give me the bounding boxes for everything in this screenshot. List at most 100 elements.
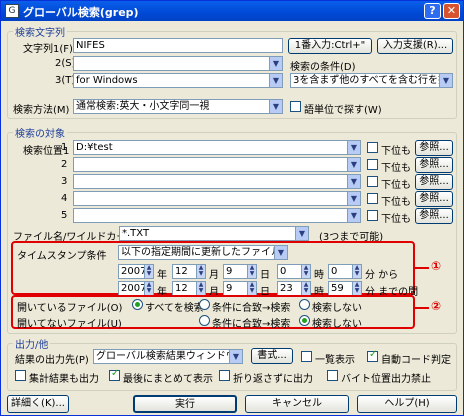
open-all-radio[interactable] xyxy=(132,299,143,310)
browse-button[interactable]: 参照... xyxy=(415,191,453,207)
auto-code-checkbox[interactable] xyxy=(367,349,378,362)
condition-value: 3を含まず他のすべてを含む行を探す xyxy=(293,75,453,86)
list-display-label: 一覧表示 xyxy=(315,355,355,366)
target-path-input[interactable]: ▼ xyxy=(73,157,361,172)
close-icon[interactable]: ✕ xyxy=(443,3,460,19)
summary-checkbox[interactable] xyxy=(109,368,120,381)
string2-input[interactable]: ▼ xyxy=(73,56,283,71)
output-title: 出力/他 xyxy=(13,336,51,351)
timestamp-mode-select[interactable]: 以下の指定期間に更新したファイル ▼ xyxy=(118,245,288,260)
open-cond-radio[interactable] xyxy=(199,299,210,310)
browse-button[interactable]: 参照... xyxy=(415,140,453,156)
day-to-input[interactable]: 9 ▲ ▼ xyxy=(223,281,257,296)
target-path-value: D:¥test xyxy=(76,142,113,153)
chevron-down-icon[interactable]: ▼ xyxy=(347,209,360,222)
subdir-checkbox[interactable] xyxy=(367,193,378,204)
condition-label: 検索の条件(D) xyxy=(290,62,356,73)
target-path-input[interactable]: D:¥test ▼ xyxy=(73,140,361,155)
chevron-down-icon[interactable]: ▼ xyxy=(347,175,360,188)
month-from-input[interactable]: 12 ▲ ▼ xyxy=(172,264,206,279)
wrap-checkbox[interactable] xyxy=(219,370,230,381)
subdir-checkbox[interactable] xyxy=(367,142,378,153)
format-button[interactable]: 書式... xyxy=(251,348,293,364)
title-bar: G グローバル検索(grep) ? ✕ xyxy=(1,1,463,21)
browse-button[interactable]: 参照... xyxy=(415,157,453,173)
window-title: グローバル検索(grep) xyxy=(23,6,139,19)
spinner-icon[interactable]: ▲ ▼ xyxy=(144,265,153,278)
spinner-icon[interactable]: ▲ ▼ xyxy=(352,282,361,295)
day-unit: 日 xyxy=(260,270,270,281)
chevron-down-icon[interactable]: ▼ xyxy=(439,74,452,87)
chevron-down-icon[interactable]: ▼ xyxy=(269,74,282,87)
closed-cond-radio[interactable] xyxy=(199,315,210,326)
subdir-label: 下位も xyxy=(381,180,411,191)
run-button[interactable]: 実行 xyxy=(133,395,237,413)
subdir-checkbox[interactable] xyxy=(367,176,378,187)
spinner-icon[interactable]: ▲ ▼ xyxy=(144,282,153,295)
spinner-icon[interactable]: ▲ ▼ xyxy=(247,265,256,278)
subdir-checkbox[interactable] xyxy=(367,159,378,170)
chevron-down-icon[interactable]: ▼ xyxy=(347,192,360,205)
minute-to-input[interactable]: 59 ▲ ▼ xyxy=(328,281,362,296)
help-button[interactable]: ヘルプ(H) xyxy=(357,395,457,413)
browse-button[interactable]: 参照... xyxy=(415,208,453,224)
targets-title: 検索の対象 xyxy=(13,125,67,140)
closed-none-label: 検索しない xyxy=(312,319,362,330)
spinner-icon[interactable]: ▲ ▼ xyxy=(301,265,310,278)
year-to-input[interactable]: 2007 ▲ ▼ xyxy=(118,281,154,296)
chevron-down-icon[interactable]: ▼ xyxy=(295,227,308,240)
collect-checkbox[interactable] xyxy=(15,370,26,381)
marker-1: ① xyxy=(431,259,442,273)
collect-label: 集計結果も出力 xyxy=(29,374,99,385)
subdir-checkbox[interactable] xyxy=(367,210,378,221)
byte-pos-checkbox[interactable] xyxy=(327,370,338,381)
hour-value: 23 xyxy=(280,283,293,294)
dest-select[interactable]: グローバル検索結果ウィンドウ ▼ xyxy=(93,349,243,364)
string1-input[interactable]: NIFES xyxy=(73,38,283,53)
method-label: 検索方法(M) xyxy=(13,105,70,116)
spinner-icon[interactable]: ▲ ▼ xyxy=(301,282,310,295)
list-display-checkbox[interactable] xyxy=(301,351,312,362)
day-from-input[interactable]: 9 ▲ ▼ xyxy=(223,264,257,279)
byte-pos-label: バイト位置出力禁止 xyxy=(341,374,431,385)
hour-to-input[interactable]: 23 ▲ ▼ xyxy=(277,281,311,296)
target-path-input[interactable]: ▼ xyxy=(73,208,361,223)
dest-value: グローバル検索結果ウィンドウ xyxy=(96,351,236,362)
spinner-icon[interactable]: ▲ ▼ xyxy=(352,265,361,278)
spinner-icon[interactable]: ▲ ▼ xyxy=(196,265,205,278)
closed-none-radio[interactable] xyxy=(299,315,310,326)
target-path-input[interactable]: ▼ xyxy=(73,191,361,206)
closed-cond-label: 条件に合致→検索 xyxy=(212,319,291,330)
timestamp-mode-value: 以下の指定期間に更新したファイル xyxy=(121,247,281,258)
file-pattern-input[interactable]: *.TXT ▼ xyxy=(119,226,309,241)
condition-select[interactable]: 3を含まず他のすべてを含む行を探す ▼ xyxy=(290,73,453,88)
word-unit-checkbox[interactable] xyxy=(290,101,301,112)
target-path-input[interactable]: ▼ xyxy=(73,174,361,189)
method-select[interactable]: 通常検索:英大・小文字同一視 ▼ xyxy=(73,99,283,114)
browse-button[interactable]: 参照... xyxy=(415,174,453,190)
chevron-down-icon[interactable]: ▼ xyxy=(229,350,242,363)
open-none-radio[interactable] xyxy=(299,299,310,310)
input-support-button[interactable]: 入力支援(R)... xyxy=(377,38,453,54)
chevron-down-icon[interactable]: ▼ xyxy=(269,57,282,70)
month-to-input[interactable]: 12 ▲ ▼ xyxy=(172,281,206,296)
string3-input[interactable]: for Windows ▼ xyxy=(73,73,283,88)
cancel-button[interactable]: キャンセル xyxy=(245,395,349,413)
insert-button[interactable]: 1番入力:Ctrl+" xyxy=(288,38,372,54)
open-cond-label: 条件に合致→検索 xyxy=(212,303,291,314)
year-from-input[interactable]: 2007 ▲ ▼ xyxy=(118,264,154,279)
chevron-down-icon[interactable]: ▼ xyxy=(274,246,287,259)
hour-from-input[interactable]: 0 ▲ ▼ xyxy=(277,264,311,279)
help-icon[interactable]: ? xyxy=(424,3,441,19)
string3-value: for Windows xyxy=(76,75,138,86)
chevron-down-icon[interactable]: ▼ xyxy=(347,158,360,171)
minute-from-input[interactable]: 0 ▲ ▼ xyxy=(328,264,362,279)
chevron-down-icon[interactable]: ▼ xyxy=(269,100,282,113)
spinner-icon[interactable]: ▲ ▼ xyxy=(247,282,256,295)
chevron-down-icon[interactable]: ▼ xyxy=(347,141,360,154)
string1-label: 文字列1(F) xyxy=(23,44,73,55)
spinner-icon[interactable]: ▲ ▼ xyxy=(196,282,205,295)
open-files-label: 開いているファイル(O) xyxy=(17,303,123,314)
narrow-button[interactable]: 詳細く(K)... xyxy=(7,395,69,413)
method-value: 通常検索:英大・小文字同一視 xyxy=(76,101,210,112)
